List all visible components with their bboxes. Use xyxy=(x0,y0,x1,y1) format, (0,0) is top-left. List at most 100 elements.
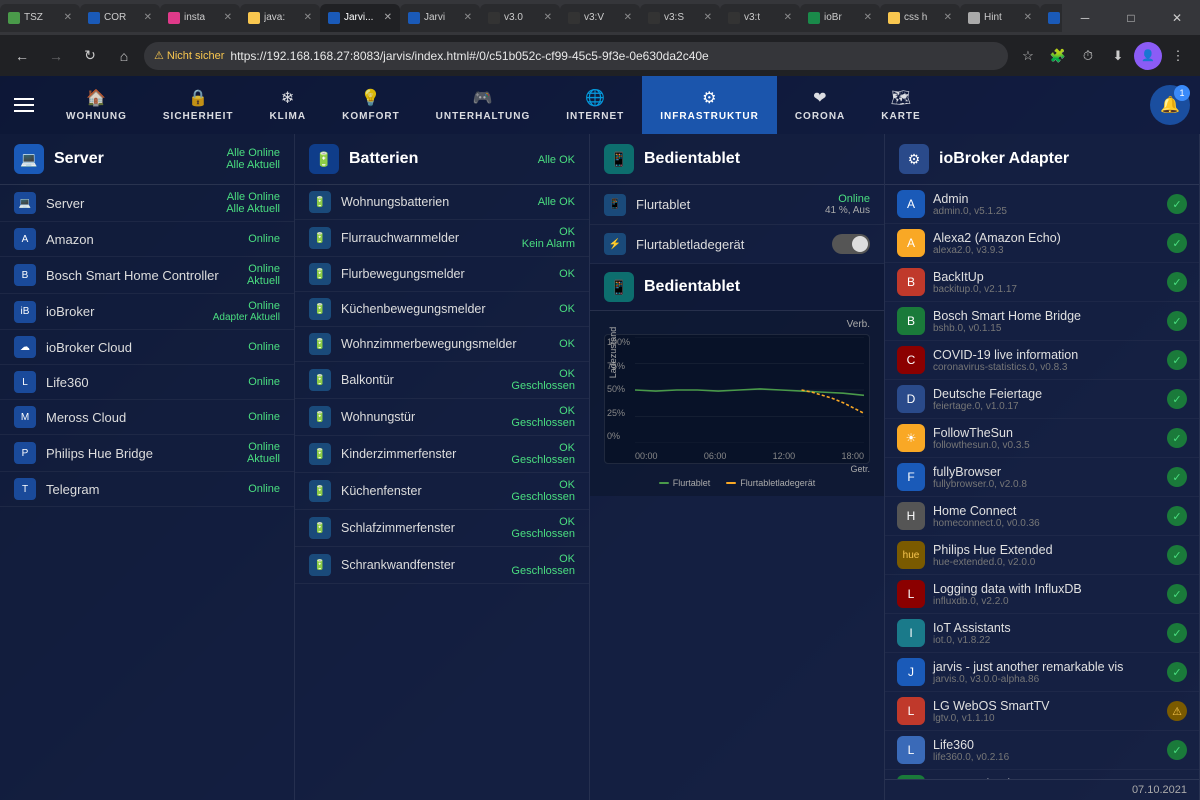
security-warning: ⚠ Nicht sicher xyxy=(154,49,224,62)
nav-item-sicherheit[interactable]: 🔒 SICHERHEIT xyxy=(145,76,252,134)
history-button[interactable]: ⏱ xyxy=(1074,42,1102,70)
legend-dot-ladegerat xyxy=(726,482,736,484)
chart-line-ladegerat xyxy=(802,390,864,413)
tab-2[interactable]: COR ✕ xyxy=(80,4,160,32)
adapter-item-life360[interactable]: L Life360 life360.0, v0.2.16 ✓ xyxy=(885,731,1199,770)
tab-10[interactable]: v3:t ✕ xyxy=(720,4,800,32)
adapter-item-admin[interactable]: A Admin admin.0, v5.1.25 ✓ xyxy=(885,185,1199,224)
adapter-name-admin: Admin xyxy=(933,192,1159,206)
hamburger-button[interactable] xyxy=(0,76,48,134)
battery-item-flurbewegungsmelder[interactable]: 🔋 Flurbewegungsmelder OK xyxy=(295,257,589,292)
server-item-status-amazon: Online xyxy=(248,233,280,245)
download-button[interactable]: ⬇ xyxy=(1104,42,1132,70)
battery-item-wohnungstur[interactable]: 🔋 Wohnungstür OK Geschlossen xyxy=(295,399,589,436)
battery-item-schlafzimmerfenster[interactable]: 🔋 Schlafzimmerfenster OK Geschlossen xyxy=(295,510,589,547)
tab-3[interactable]: insta ✕ xyxy=(160,4,240,32)
minimize-button[interactable]: ─ xyxy=(1062,0,1108,35)
nav-item-corona[interactable]: ❤ CORONA xyxy=(777,76,863,134)
server-item-philips[interactable]: P Philips Hue Bridge Online Aktuell xyxy=(0,435,294,472)
nav-item-karte[interactable]: 🗺 KARTE xyxy=(863,76,938,134)
tab-bar: TSZ ✕ COR ✕ insta ✕ java: ✕ Jarvi... xyxy=(0,0,1200,35)
battery-item-kuechenfenster[interactable]: 🔋 Küchenfenster OK Geschlossen xyxy=(295,473,589,510)
profile-button[interactable]: 👤 xyxy=(1134,42,1162,70)
y-label-50: 50% xyxy=(607,384,630,394)
tablet-panel-header: 📱 Bedientablet xyxy=(590,134,884,185)
adapter-status-fullybrowser: ✓ xyxy=(1167,467,1187,487)
tablet-item-flurtablet[interactable]: 📱 Flurtablet Online 41 %, Aus xyxy=(590,185,884,225)
home-button[interactable]: ⌂ xyxy=(110,42,138,70)
server-item-server[interactable]: 💻 Server Alle Online Alle Aktuell xyxy=(0,185,294,222)
adapter-item-lgtv[interactable]: L LG WebOS SmartTV lgtv.0, v1.1.10 ⚠ xyxy=(885,692,1199,731)
adapter-item-meross[interactable]: M Meross Cloud meross.0, v1.6.3 ✓ xyxy=(885,770,1199,779)
server-item-iobroker-cloud[interactable]: ☁ ioBroker Cloud Online xyxy=(0,330,294,365)
tab-13[interactable]: Hint ✕ xyxy=(960,4,1040,32)
nav-item-infrastruktur[interactable]: ⚙ INFRASTRUKTUR xyxy=(642,76,777,134)
tab-1[interactable]: TSZ ✕ xyxy=(0,4,80,32)
battery-item-kinderzimmerfenster[interactable]: 🔋 Kinderzimmerfenster OK Geschlossen xyxy=(295,436,589,473)
legend-item-flurtablet: Flurtablet xyxy=(659,478,711,488)
adapter-item-covid[interactable]: C COVID-19 live information coronavirus-… xyxy=(885,341,1199,380)
tab-9[interactable]: v3:S ✕ xyxy=(640,4,720,32)
bookmark-button[interactable]: ☆ xyxy=(1014,42,1042,70)
adapter-item-followthesun[interactable]: ☀ FollowTheSun followthesun.0, v0.3.5 ✓ xyxy=(885,419,1199,458)
tab-12[interactable]: css h ✕ xyxy=(880,4,960,32)
tab-7[interactable]: v3.0 ✕ xyxy=(480,4,560,32)
server-item-amazon[interactable]: A Amazon Online xyxy=(0,222,294,257)
server-item-meross[interactable]: M Meross Cloud Online xyxy=(0,400,294,435)
adapter-item-homeconnect[interactable]: H Home Connect homeconnect.0, v0.0.36 ✓ xyxy=(885,497,1199,536)
maximize-button[interactable]: □ xyxy=(1108,0,1154,35)
adapter-status-covid: ✓ xyxy=(1167,350,1187,370)
battery-item-wohnungsbatterien[interactable]: 🔋 Wohnungsbatterien Alle OK xyxy=(295,185,589,220)
battery-item-wohnzimmerbewegungsmelder[interactable]: 🔋 Wohnzimmerbewegungsmelder OK xyxy=(295,327,589,362)
adapter-item-fullybrowser[interactable]: F fullyBrowser fullybrowser.0, v2.0.8 ✓ xyxy=(885,458,1199,497)
nav-item-unterhaltung[interactable]: 🎮 UNTERHALTUNG xyxy=(418,76,549,134)
battery-item-schrankwandfenster[interactable]: 🔋 Schrankwandfenster OK Geschlossen xyxy=(295,547,589,584)
server-item-telegram[interactable]: T Telegram Online xyxy=(0,472,294,507)
adapter-item-backitup[interactable]: B BackItUp backitup.0, v2.1.17 ✓ xyxy=(885,263,1199,302)
tablet-item-flurtabletladegerat[interactable]: ⚡ Flurtabletladegerät xyxy=(590,225,884,264)
adapter-item-feiertage[interactable]: D Deutsche Feiertage feiertage.0, v1.0.1… xyxy=(885,380,1199,419)
nav-item-komfort[interactable]: 💡 KOMFORT xyxy=(324,76,418,134)
server-item-life360[interactable]: L Life360 Online xyxy=(0,365,294,400)
notification-button[interactable]: 🔔 1 xyxy=(1150,85,1190,125)
battery-item-balkontur[interactable]: 🔋 Balkontür OK Geschlossen xyxy=(295,362,589,399)
flurtabletladegerat-toggle[interactable] xyxy=(832,234,870,254)
adapter-item-influxdb[interactable]: L Logging data with InfluxDB influxdb.0,… xyxy=(885,575,1199,614)
tablet-item-status-flurtablet: Online 41 %, Aus xyxy=(825,193,870,216)
adapter-info-feiertage: Deutsche Feiertage feiertage.0, v1.0.17 xyxy=(933,387,1159,412)
tab-11[interactable]: ioBr ✕ xyxy=(800,4,880,32)
battery-item-flurrauchwarnmelder[interactable]: 🔋 Flurrauchwarnmelder OK Kein Alarm xyxy=(295,220,589,257)
nav-item-wohnung[interactable]: 🏠 WOHNUNG xyxy=(48,76,145,134)
legend-item-ladegerat: Flurtabletladegerät xyxy=(726,478,815,488)
battery-panel-icon: 🔋 xyxy=(309,144,339,174)
server-panel-title: Server xyxy=(54,150,104,168)
extensions-button[interactable]: 🧩 xyxy=(1044,42,1072,70)
nav-item-internet[interactable]: 🌐 INTERNET xyxy=(548,76,642,134)
battery-item-status-flurrauchwarnmelder: OK Kein Alarm xyxy=(522,226,575,250)
adapter-item-hue-extended[interactable]: hue Philips Hue Extended hue-extended.0,… xyxy=(885,536,1199,575)
adapter-name-backitup: BackItUp xyxy=(933,270,1159,284)
tab-4[interactable]: java: ✕ xyxy=(240,4,320,32)
forward-button[interactable]: → xyxy=(42,42,70,70)
battery-item-kuechenbewegungsmelder[interactable]: 🔋 Küchenbewegungsmelder OK xyxy=(295,292,589,327)
adapter-item-iot[interactable]: I IoT Assistants iot.0, v1.8.22 ✓ xyxy=(885,614,1199,653)
tab-8[interactable]: v3:V ✕ xyxy=(560,4,640,32)
settings-button[interactable]: ⋮ xyxy=(1164,42,1192,70)
adapter-version-life360: life360.0, v0.2.16 xyxy=(933,752,1159,763)
address-bar[interactable]: ⚠ Nicht sicher https://192.168.168.27:80… xyxy=(144,42,1008,70)
server-item-status-telegram: Online xyxy=(248,483,280,495)
tab-14[interactable]: jarvi ✕ xyxy=(1040,4,1062,32)
close-button[interactable]: ✕ xyxy=(1154,0,1200,35)
adapter-item-jarvis[interactable]: J jarvis - just another remarkable vis j… xyxy=(885,653,1199,692)
reload-button[interactable]: ↻ xyxy=(76,42,104,70)
adapter-item-bshb[interactable]: B Bosch Smart Home Bridge bshb.0, v0.1.1… xyxy=(885,302,1199,341)
server-item-bosch[interactable]: B Bosch Smart Home Controller Online Akt… xyxy=(0,257,294,294)
back-button[interactable]: ← xyxy=(8,42,36,70)
adapter-item-alexa2[interactable]: A Alexa2 (Amazon Echo) alexa2.0, v3.9.3 … xyxy=(885,224,1199,263)
amazon-icon: A xyxy=(14,228,36,250)
server-item-iobroker[interactable]: iB ioBroker Online Adapter Aktuell xyxy=(0,294,294,330)
tab-6[interactable]: Jarvi ✕ xyxy=(400,4,480,32)
tab-5[interactable]: Jarvi... ✕ xyxy=(320,4,400,32)
adapter-name-followthesun: FollowTheSun xyxy=(933,426,1159,440)
nav-item-klima[interactable]: ❄ KLIMA xyxy=(251,76,324,134)
